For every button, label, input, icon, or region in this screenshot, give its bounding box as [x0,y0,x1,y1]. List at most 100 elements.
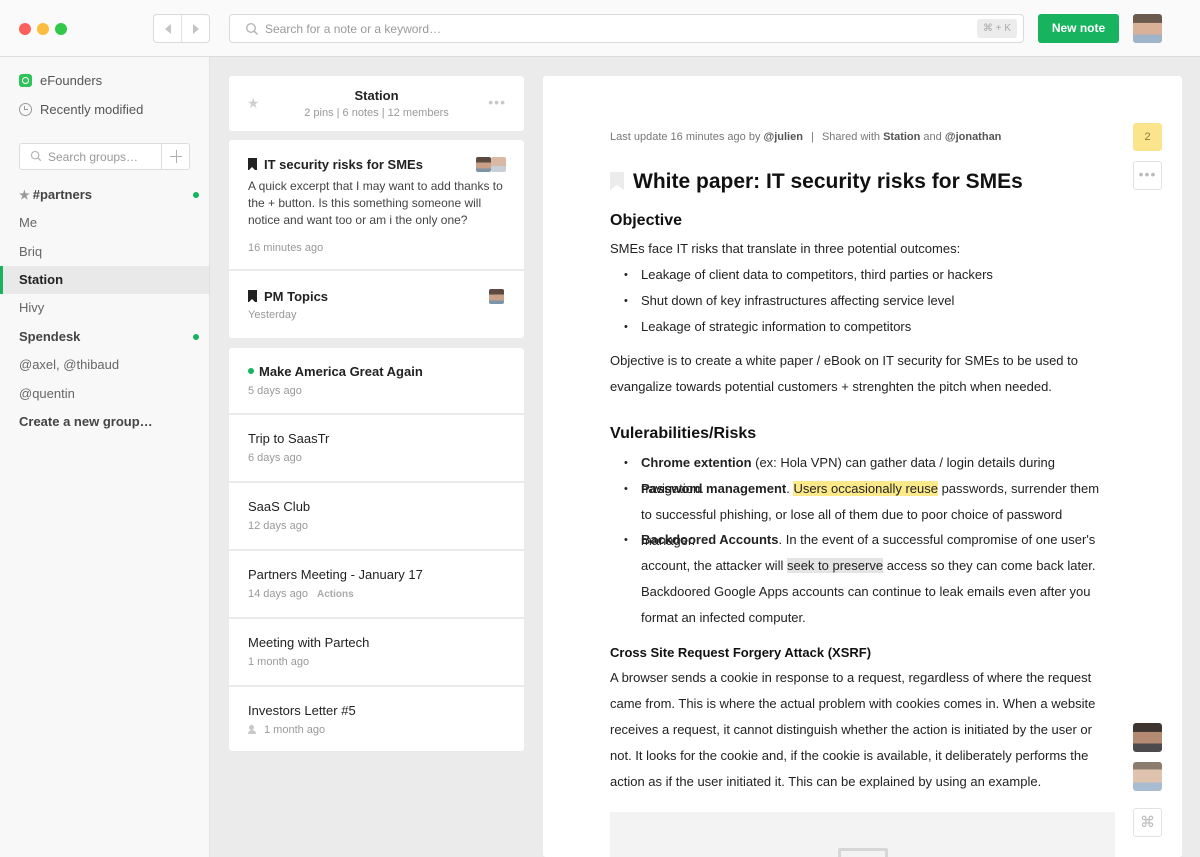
add-group-button[interactable] [161,143,190,170]
note-tag[interactable]: Actions [317,589,354,600]
bookmark-icon [248,158,257,171]
note-title: SaaS Club [248,499,311,514]
group-search-input[interactable]: Search groups… [19,143,162,170]
user-avatar[interactable] [1133,14,1162,43]
bullet-item: Shut down of key infrastructures affecti… [610,288,1110,314]
note-title: IT security risks for SMEs [264,157,423,172]
note-date: 5 days ago [248,385,302,397]
meta-shared: Shared with [821,131,884,143]
maximize-window-button[interactable] [55,23,67,35]
sidebar-item-spendesk[interactable]: Spendesk [0,323,209,351]
list-item[interactable]: IT security risks for SMEs A quick excer… [229,140,524,271]
group-label: Create a new group… [19,414,153,429]
unread-dot [193,192,199,198]
collaborator-avatar[interactable] [1133,723,1162,752]
bold-text: Password management [641,481,787,496]
image-placeholder [610,812,1115,857]
command-icon[interactable]: ⌘ [1133,808,1162,837]
bullet-item: Leakage of strategic information to comp… [610,314,1110,340]
group-label: Station [19,272,64,287]
sidebar-item-quentin[interactable]: @quentin [0,380,209,408]
meta-separator: | [811,131,814,143]
note-excerpt: A quick excerpt that I may want to add t… [248,179,503,227]
sidebar-item-partners[interactable]: ★ #partners [0,181,209,209]
group-label: Hivy [19,300,45,315]
list-item[interactable]: Trip to SaasTr 6 days ago [229,415,524,483]
note-title: Partners Meeting - January 17 [248,567,423,582]
note-editor: Last update 16 minutes ago by @julien | … [543,76,1182,857]
more-icon[interactable]: ••• [488,94,506,110]
back-button[interactable] [154,15,181,42]
new-note-button[interactable]: New note [1038,14,1119,43]
note-title: Meeting with Partech [248,635,370,650]
group-label: @axel, @thibaud [19,357,120,372]
note-title: Make America Great Again [259,364,423,379]
note-date: 12 days ago [248,520,308,532]
document-title[interactable]: White paper: IT security risks for SMEs [633,170,1023,194]
note-date: 1 month ago [264,724,326,736]
pinned-notes: IT security risks for SMEs A quick excer… [229,140,524,338]
top-bar: Search for a note or a keyword… ⌘ + K Ne… [0,0,1200,57]
bold-text: Chrome extention [641,455,752,470]
note-date: 1 month ago [248,656,310,668]
subsection-heading: Cross Site Request Forgery Attack (XSRF) [610,645,872,660]
bullet-item: Backdoored Accounts. In the event of a s… [610,527,1110,631]
workspace-label: eFounders [40,73,103,88]
clock-icon [19,103,32,116]
note-title-row: PM Topics [248,289,328,304]
list-item[interactable]: Partners Meeting - January 17 14 days ag… [229,551,524,619]
list-item[interactable]: PM Topics Yesterday [229,271,524,338]
unread-dot [248,368,254,374]
note-title: Trip to SaasTr [248,431,330,446]
meta-user[interactable]: @jonathan [945,131,1002,143]
note-title: Investors Letter #5 [248,703,356,718]
sidebar-item-hivy[interactable]: Hivy [0,294,209,322]
sidebar-item-axel-thibaud[interactable]: @axel, @thibaud [0,351,209,379]
group-label: @quentin [19,386,75,401]
meta-author[interactable]: @julien [764,131,803,143]
list-item[interactable]: Make America Great Again 5 days ago [229,348,524,415]
note-date: 16 minutes ago [248,242,324,254]
search-placeholder: Search for a note or a keyword… [265,22,442,36]
list-item[interactable]: Meeting with Partech 1 month ago [229,619,524,687]
sidebar-item-station[interactable]: Station [0,266,209,294]
chevron-left-icon [164,23,171,34]
avatar [476,157,491,172]
list-item[interactable]: Investors Letter #5 1 month ago [229,687,524,751]
more-options-button[interactable]: ••• [1133,161,1162,190]
group-header: ★ Station 2 pins | 6 notes | 12 members … [229,76,524,131]
people-icon [248,725,260,734]
chevron-right-icon [192,23,199,34]
group-label: Briq [19,244,43,259]
forward-button[interactable] [181,15,209,42]
sidebar-item-me[interactable]: Me [0,209,209,237]
search-input[interactable]: Search for a note or a keyword… ⌘ + K [229,14,1024,43]
search-icon [245,22,259,36]
bookmark-icon[interactable] [610,172,624,190]
group-title: Station [354,88,399,103]
note-title-row: IT security risks for SMEs [248,157,423,172]
note-date: 6 days ago [248,452,302,464]
sidebar-item-recent[interactable]: Recently modified [19,102,143,117]
recent-label: Recently modified [40,102,144,117]
minimize-window-button[interactable] [37,23,49,35]
create-group-link[interactable]: Create a new group… [0,408,209,436]
note-title: PM Topics [264,289,329,304]
avatar [489,289,504,304]
search-icon [30,150,42,162]
text-selection[interactable]: seek to preserve [786,558,884,573]
meta-group[interactable]: Station [883,131,920,143]
note-date: 14 days ago [248,588,308,600]
meta-prefix: Last update 16 minutes ago by [610,131,764,143]
sidebar-item-briq[interactable]: Briq [0,238,209,266]
comment-count-badge[interactable]: 2 [1133,123,1162,151]
sidebar: eFounders Recently modified Search group… [0,57,210,857]
search-shortcut: ⌘ + K [976,19,1017,38]
group-label: Me [19,215,38,230]
collaborator-avatar[interactable] [1133,762,1162,791]
close-window-button[interactable] [19,23,31,35]
highlight-comment[interactable]: Users occasionally reuse [793,481,938,496]
sidebar-item-workspace[interactable]: eFounders [19,73,102,88]
list-item[interactable]: SaaS Club 12 days ago [229,483,524,551]
group-search-placeholder: Search groups… [48,150,139,164]
